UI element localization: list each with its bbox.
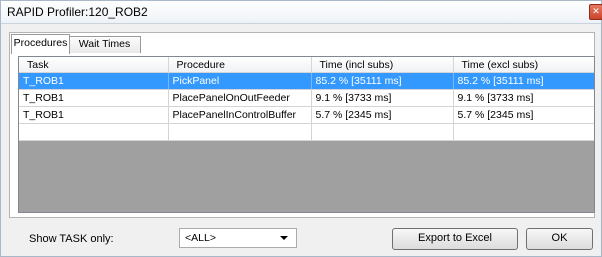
- cell-task: T_ROB1: [19, 72, 169, 90]
- cell-task: [19, 123, 169, 141]
- show-task-label: Show TASK only:: [29, 233, 114, 245]
- column-header-task[interactable]: Task: [19, 57, 169, 73]
- cell-time-incl: 5.7 % [2345 ms]: [311, 106, 454, 124]
- tab-procedures[interactable]: Procedures: [11, 34, 70, 54]
- chevron-down-icon: [280, 236, 288, 240]
- title-bar: RAPID Profiler:120_ROB2: [1, 1, 601, 24]
- task-filter-select[interactable]: <ALL>: [179, 228, 297, 248]
- procedures-grid[interactable]: Task Procedure Time (incl subs) Time (ex…: [18, 56, 595, 213]
- cell-task: T_ROB1: [19, 106, 169, 124]
- cell-time-excl: [453, 123, 594, 141]
- cell-procedure: [168, 123, 312, 141]
- table-header-row: Task Procedure Time (incl subs) Time (ex…: [19, 57, 594, 73]
- column-header-procedure[interactable]: Procedure: [168, 57, 312, 73]
- tab-wait-times[interactable]: Wait Times: [68, 36, 141, 53]
- table-row[interactable]: T_ROB1 PlacePanelOnOutFeeder 9.1 % [3733…: [19, 89, 594, 107]
- cell-task: T_ROB1: [19, 89, 169, 107]
- procedures-table: Task Procedure Time (incl subs) Time (ex…: [19, 57, 594, 141]
- export-to-excel-button[interactable]: Export to Excel: [392, 228, 518, 250]
- cell-procedure: PlacePanelOnOutFeeder: [168, 89, 312, 107]
- table-row[interactable]: T_ROB1 PlacePanelInControlBuffer 5.7 % […: [19, 106, 594, 124]
- window-title: RAPID Profiler:120_ROB2: [7, 5, 148, 19]
- ok-button[interactable]: OK: [526, 228, 593, 250]
- close-icon[interactable]: ✕: [589, 4, 602, 20]
- cell-time-incl: 85.2 % [35111 ms]: [311, 72, 454, 90]
- cell-procedure: PlacePanelInControlBuffer: [168, 106, 312, 124]
- task-filter-value: <ALL>: [185, 232, 216, 244]
- cell-time-excl: 9.1 % [3733 ms]: [453, 89, 594, 107]
- cell-time-incl: [311, 123, 454, 141]
- cell-time-excl: 5.7 % [2345 ms]: [453, 106, 594, 124]
- cell-procedure: PickPanel: [168, 72, 312, 90]
- table-row-empty[interactable]: [19, 123, 594, 141]
- column-header-time-excl[interactable]: Time (excl subs): [453, 57, 594, 73]
- cell-time-excl: 85.2 % [35111 ms]: [453, 72, 594, 90]
- cell-time-incl: 9.1 % [3733 ms]: [311, 89, 454, 107]
- column-header-time-incl[interactable]: Time (incl subs): [311, 57, 454, 73]
- table-row[interactable]: T_ROB1 PickPanel 85.2 % [35111 ms] 85.2 …: [19, 72, 594, 90]
